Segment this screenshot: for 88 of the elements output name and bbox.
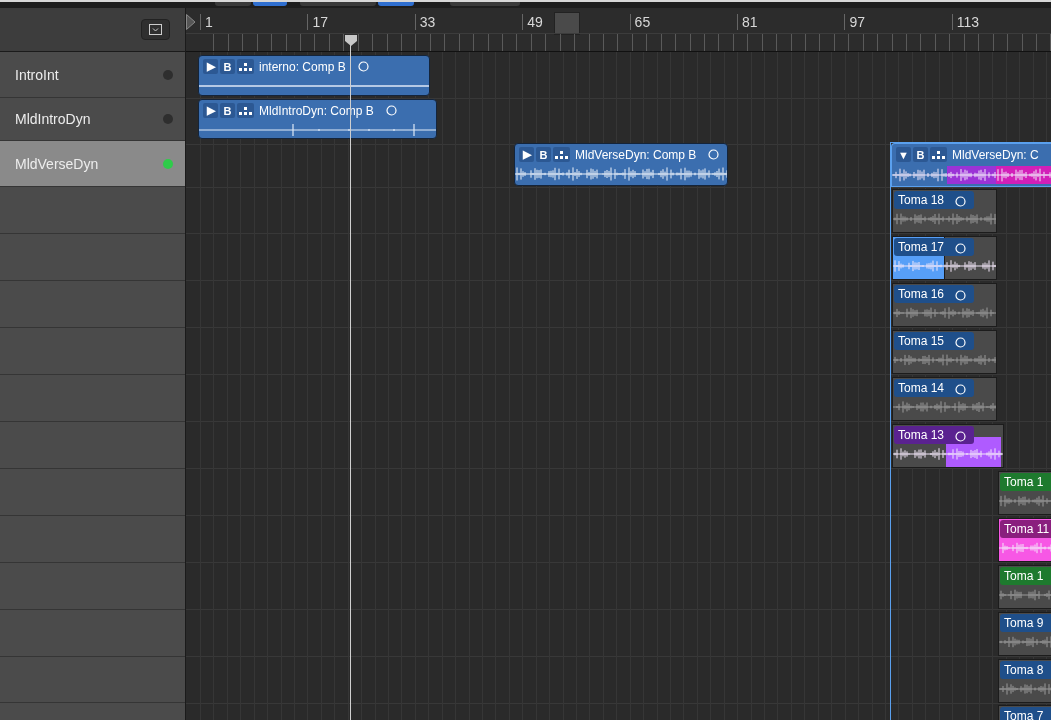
toolbar-button[interactable]: [450, 2, 520, 6]
region-title: interno: Comp B: [259, 59, 346, 74]
take-label: Toma 16: [894, 285, 975, 303]
toggle-button[interactable]: ▼: [896, 147, 911, 162]
take-region[interactable]: Toma 16: [892, 283, 997, 327]
take-label: Toma 18: [894, 191, 975, 209]
take-label: Toma 17: [894, 238, 975, 256]
toggle-button[interactable]: ▶: [203, 59, 218, 74]
comp-button[interactable]: [553, 147, 570, 162]
circle-icon: [955, 384, 966, 395]
comp-icon: [932, 150, 945, 159]
circle-icon: [955, 431, 966, 442]
circle-icon: [385, 105, 397, 116]
bar-number: 81: [737, 14, 758, 30]
toggle-button[interactable]: ▶: [519, 147, 534, 162]
take-label: Toma 14: [894, 379, 975, 397]
b-button[interactable]: B: [913, 147, 928, 162]
region-title: MldVerseDyn: C: [952, 147, 1039, 162]
bar-number: 65: [629, 14, 651, 30]
toggle-button[interactable]: ▶: [203, 103, 218, 118]
bar-number: 33: [414, 14, 436, 30]
waveform: [999, 494, 1051, 508]
region-title: MldVerseDyn: Comp B: [575, 147, 697, 162]
status-dot[interactable]: [163, 69, 173, 80]
take-region[interactable]: Toma 9: [998, 612, 1051, 656]
toolbar-button[interactable]: [215, 2, 251, 6]
b-button[interactable]: B: [220, 103, 235, 118]
waveform: [892, 167, 947, 183]
audio-region[interactable]: ▼ B MldVerseDyn: C: [891, 143, 1051, 187]
track-name: MldVerseDyn: [15, 155, 99, 172]
circle-icon: [955, 196, 966, 207]
comp-icon: [239, 62, 252, 71]
take-label: Toma 9: [1000, 614, 1051, 632]
comp-button[interactable]: [237, 59, 254, 74]
bar-number: 49: [522, 14, 543, 30]
bar-number: 97: [844, 14, 865, 30]
toolbar-button[interactable]: [378, 2, 414, 6]
bar-number: 113: [951, 14, 980, 30]
take-label: Toma 13: [894, 426, 975, 444]
take-region[interactable]: Toma 8: [998, 659, 1051, 703]
waveform: [999, 682, 1051, 696]
circle-icon: [955, 290, 966, 301]
waveform: [947, 167, 996, 183]
take-label: Toma 1: [1000, 473, 1051, 491]
b-button[interactable]: B: [536, 147, 551, 162]
take-label: Toma 15: [894, 332, 975, 350]
b-button[interactable]: B: [220, 59, 235, 74]
playhead-handle[interactable]: [344, 34, 358, 47]
comp-icon: [239, 106, 252, 115]
comp-segment[interactable]: [892, 166, 947, 184]
waveform: [999, 588, 1051, 602]
take-region[interactable]: Toma 13: [892, 424, 1004, 468]
toolbar-button[interactable]: [253, 2, 287, 6]
waveform: [996, 167, 1051, 183]
ruler-marker[interactable]: [554, 12, 580, 35]
collapse-button[interactable]: [141, 19, 170, 40]
comp-button[interactable]: [930, 147, 947, 162]
take-region[interactable]: Toma 1: [998, 471, 1051, 515]
audio-region[interactable]: ▶ B interno: Comp B: [198, 55, 430, 96]
circle-icon: [955, 337, 966, 348]
bar-number: 1: [200, 14, 213, 30]
audio-region[interactable]: ▶ B MldVerseDyn: Comp B: [514, 143, 728, 186]
take-region[interactable]: Toma 15: [892, 330, 997, 374]
status-dot[interactable]: [163, 158, 173, 169]
chevron-down-icon: [149, 24, 162, 35]
take-region[interactable]: Toma 1: [998, 565, 1051, 609]
take-region[interactable]: Toma 14: [892, 377, 997, 421]
take-label: Toma 8: [1000, 661, 1051, 679]
circle-icon: [955, 243, 966, 254]
take-region[interactable]: Toma 17: [892, 236, 997, 280]
comp-segment[interactable]: [947, 166, 996, 184]
waveform: [999, 541, 1051, 555]
circle-icon: [708, 149, 720, 160]
comp-button[interactable]: [237, 103, 254, 118]
waveform: [999, 635, 1051, 649]
take-region[interactable]: Toma 7: [998, 705, 1051, 720]
bar-number: 17: [307, 14, 328, 30]
take-region[interactable]: Toma 11: [998, 518, 1051, 562]
comp-icon: [555, 150, 568, 159]
take-label: Toma 1: [1000, 567, 1051, 585]
comp-segment[interactable]: [996, 166, 1051, 184]
circle-icon: [357, 61, 369, 72]
toolbar-button[interactable]: [300, 2, 376, 6]
status-dot[interactable]: [163, 114, 173, 124]
track-name: IntroInt: [15, 66, 59, 83]
track-name: MldIntroDyn: [15, 111, 91, 127]
take-label: Toma 11: [1000, 520, 1051, 538]
take-region[interactable]: Toma 18: [892, 189, 997, 233]
